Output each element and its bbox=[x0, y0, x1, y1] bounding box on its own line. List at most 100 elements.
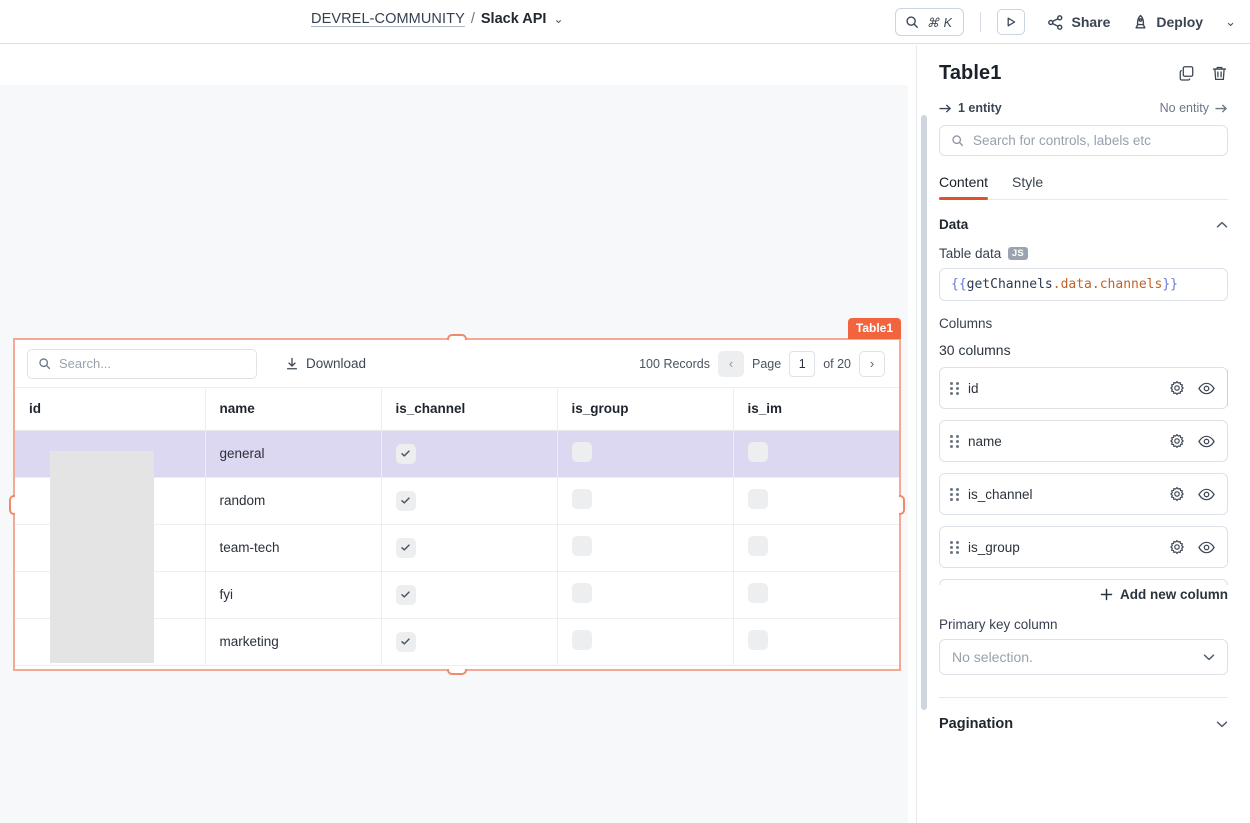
chevron-up-icon[interactable] bbox=[1216, 218, 1228, 232]
cell-is_im bbox=[733, 430, 899, 478]
checkbox-unchecked[interactable] bbox=[571, 630, 592, 650]
next-page-button[interactable]: › bbox=[859, 350, 885, 377]
primary-key-select[interactable]: No selection. bbox=[939, 639, 1228, 675]
checkbox-checked[interactable] bbox=[395, 490, 416, 511]
drag-handle-icon[interactable] bbox=[950, 487, 959, 501]
drag-handle-icon[interactable] bbox=[950, 540, 959, 554]
binding-object: getChannels bbox=[966, 277, 1053, 292]
no-entity-label: No entity bbox=[1159, 101, 1209, 115]
eye-icon[interactable] bbox=[1198, 433, 1215, 449]
prev-page-button[interactable]: ‹ bbox=[717, 350, 744, 377]
global-search-button[interactable]: ⌘ K bbox=[894, 8, 965, 36]
gear-icon[interactable] bbox=[1169, 486, 1185, 502]
checkbox-unchecked[interactable] bbox=[747, 536, 768, 556]
column-list-item[interactable] bbox=[939, 579, 1228, 585]
checkbox-unchecked[interactable] bbox=[747, 630, 768, 650]
panel-search-input[interactable]: Search for controls, labels etc bbox=[939, 125, 1228, 156]
data-section-title: Data bbox=[939, 217, 969, 232]
cell-is_group bbox=[557, 571, 734, 619]
panel-title[interactable]: Table1 bbox=[939, 62, 1001, 85]
checkbox-unchecked[interactable] bbox=[747, 442, 768, 462]
panel-tabs: Content Style bbox=[939, 174, 1228, 200]
cell-is_im bbox=[733, 571, 899, 619]
column-list-scrollbar[interactable] bbox=[1227, 369, 1228, 407]
table-body-scroll[interactable]: id name is_channel is_group is_im genera… bbox=[15, 388, 899, 669]
checkbox-unchecked[interactable] bbox=[747, 583, 768, 603]
column-header-is_group[interactable]: is_group bbox=[557, 388, 734, 431]
columns-count: 30 columns bbox=[939, 342, 1011, 358]
header-divider bbox=[980, 12, 982, 32]
primary-key-label: Primary key column bbox=[939, 617, 1058, 632]
deploy-more-caret-icon[interactable]: ⌄ bbox=[1225, 14, 1236, 30]
gear-icon[interactable] bbox=[1169, 380, 1185, 396]
entity-count-label: 1 entity bbox=[958, 101, 1002, 115]
checkbox-unchecked[interactable] bbox=[747, 489, 768, 509]
prev-entity-link[interactable]: 1 entity bbox=[939, 101, 1002, 115]
chevron-down-icon[interactable] bbox=[1203, 650, 1215, 664]
cell-is_channel bbox=[381, 618, 558, 666]
data-section-header[interactable]: Data bbox=[939, 217, 1228, 232]
page-label: Page bbox=[751, 356, 782, 371]
widget-name-badge[interactable]: Table1 bbox=[847, 318, 901, 339]
checkbox-unchecked[interactable] bbox=[571, 442, 592, 462]
table-search-input[interactable]: Search... bbox=[27, 348, 257, 379]
column-list[interactable]: id name is_channel is_group bbox=[939, 367, 1228, 585]
tab-content[interactable]: Content bbox=[939, 174, 989, 200]
column-header-id[interactable]: id bbox=[15, 388, 206, 431]
app-canvas[interactable]: Table1 Search... Download 100 Records ‹ … bbox=[0, 85, 908, 823]
columns-label: Columns bbox=[939, 316, 993, 331]
next-entity-link[interactable]: No entity bbox=[1160, 101, 1228, 115]
column-list-item[interactable]: is_channel bbox=[939, 473, 1228, 515]
checkbox-checked[interactable] bbox=[395, 584, 416, 605]
checkbox-unchecked[interactable] bbox=[571, 489, 592, 509]
trash-icon[interactable] bbox=[1211, 65, 1228, 82]
checkbox-checked[interactable] bbox=[395, 537, 416, 558]
table-widget[interactable]: Search... Download 100 Records ‹ Page 1 … bbox=[15, 340, 899, 669]
download-button[interactable]: Download bbox=[285, 356, 366, 371]
js-badge: JS bbox=[1008, 247, 1028, 260]
drag-handle-icon[interactable] bbox=[950, 381, 959, 395]
checkbox-checked[interactable] bbox=[395, 443, 416, 464]
gear-icon[interactable] bbox=[1169, 539, 1185, 555]
share-icon bbox=[1047, 14, 1064, 31]
property-panel: Table1 1 entity No entity Search for con… bbox=[916, 45, 1250, 823]
breadcrumb-org[interactable]: DEVREL-COMMUNITY bbox=[311, 11, 465, 27]
cell-name: fyi bbox=[205, 571, 382, 619]
chevron-down-icon[interactable]: ⌄ bbox=[553, 12, 563, 26]
page-number-input[interactable]: 1 bbox=[789, 350, 816, 377]
total-pages-label: of 20 bbox=[823, 356, 851, 371]
table-toolbar: Search... Download 100 Records ‹ Page 1 … bbox=[15, 340, 899, 388]
header-actions: ⌘ K Share Deploy ⌄ bbox=[894, 0, 1236, 44]
column-header-name[interactable]: name bbox=[205, 388, 382, 431]
column-header-is_im[interactable]: is_im bbox=[733, 388, 899, 431]
widget-selection-frame[interactable]: Table1 Search... Download 100 Records ‹ … bbox=[9, 318, 905, 675]
chevron-down-icon[interactable] bbox=[1216, 717, 1228, 731]
add-new-column-button[interactable]: Add new column bbox=[939, 587, 1228, 602]
column-list-item[interactable]: id bbox=[939, 367, 1228, 409]
checkbox-unchecked[interactable] bbox=[571, 583, 592, 603]
add-new-column-label: Add new column bbox=[1120, 587, 1228, 602]
eye-icon[interactable] bbox=[1198, 539, 1215, 555]
column-item-label: is_channel bbox=[968, 486, 1033, 502]
column-list-item[interactable]: is_group bbox=[939, 526, 1228, 568]
panel-scrollbar[interactable] bbox=[921, 115, 927, 710]
share-button[interactable]: Share bbox=[1047, 14, 1110, 31]
drag-handle-icon[interactable] bbox=[950, 434, 959, 448]
binding-path: .data.channels bbox=[1052, 277, 1163, 292]
tab-style[interactable]: Style bbox=[1012, 174, 1043, 199]
column-item-label: is_group bbox=[968, 539, 1020, 555]
breadcrumb-app[interactable]: Slack API bbox=[481, 11, 547, 27]
pagination-section-header[interactable]: Pagination bbox=[939, 716, 1228, 732]
eye-icon[interactable] bbox=[1198, 486, 1215, 502]
gear-icon[interactable] bbox=[1169, 433, 1185, 449]
table-data-binding-input[interactable]: {{getChannels.data.channels}} bbox=[939, 268, 1228, 301]
column-header-is_channel[interactable]: is_channel bbox=[381, 388, 558, 431]
preview-button[interactable] bbox=[997, 9, 1026, 35]
checkbox-unchecked[interactable] bbox=[571, 536, 592, 556]
column-list-item[interactable]: name bbox=[939, 420, 1228, 462]
column-item-label: name bbox=[968, 433, 1002, 449]
deploy-button[interactable]: Deploy bbox=[1132, 14, 1203, 31]
copy-icon[interactable] bbox=[1178, 65, 1195, 82]
checkbox-checked[interactable] bbox=[395, 631, 416, 652]
eye-icon[interactable] bbox=[1198, 380, 1215, 396]
